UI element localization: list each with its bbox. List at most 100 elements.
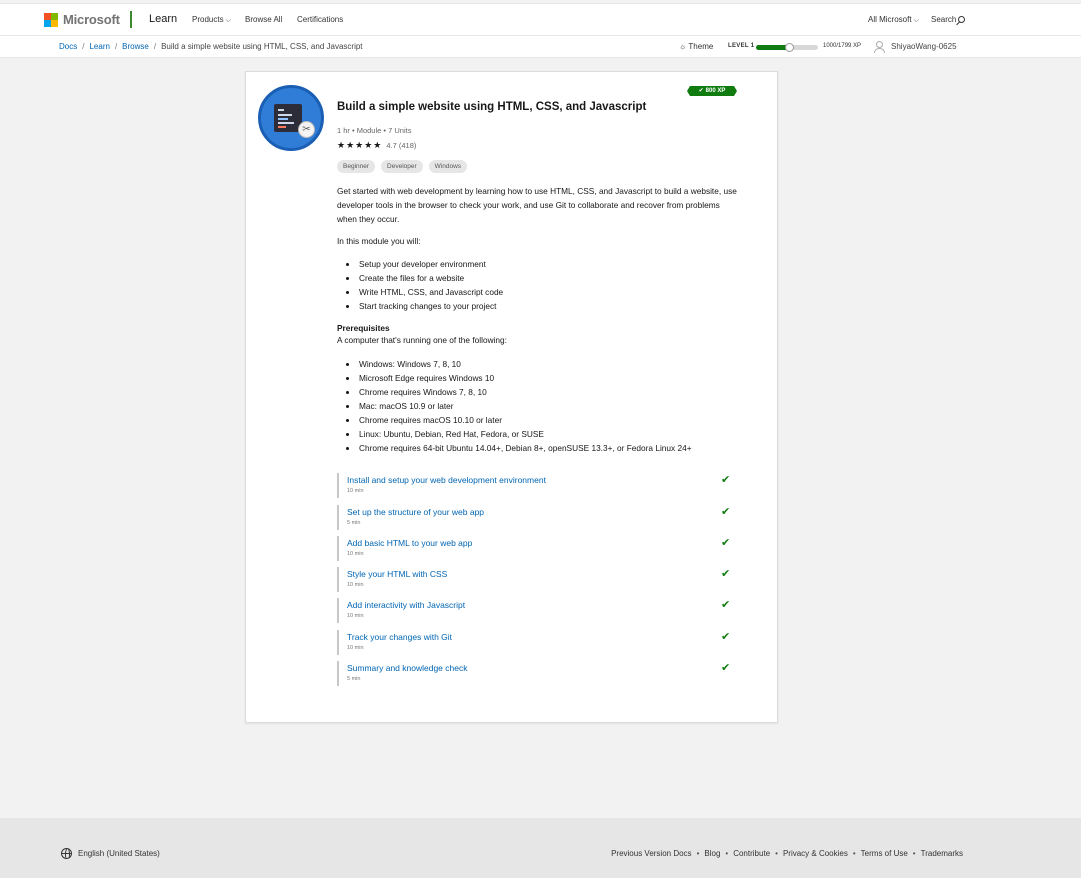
completed-check-icon: ✔	[721, 474, 731, 486]
level-label: LEVEL 1	[728, 43, 755, 49]
microsoft-logo[interactable]: Microsoft	[44, 12, 120, 27]
unit-link[interactable]: Summary and knowledge check	[347, 663, 467, 673]
unit-item: Add interactivity with Javascript 10 min…	[337, 598, 737, 623]
tag-developer[interactable]: Developer	[381, 160, 423, 173]
learn-home-link[interactable]: Learn	[149, 13, 177, 25]
sun-icon: ☼	[679, 42, 687, 51]
breadcrumb-learn[interactable]: Learn	[89, 42, 109, 51]
objective-item: Write HTML, CSS, and Javascript code	[345, 287, 504, 297]
all-microsoft-menu[interactable]: All Microsoft ⌵	[868, 15, 919, 25]
xp-count: 1000/1799 XP	[823, 43, 862, 49]
footer-separator: •	[725, 849, 729, 858]
unit-item: Style your HTML with CSS 10 min ✔	[337, 567, 737, 592]
theme-button[interactable]: ☼ Theme	[679, 42, 713, 51]
nav-products[interactable]: Products ⌵	[192, 15, 231, 25]
all-microsoft-label: All Microsoft	[868, 15, 912, 24]
xp-progress-marker	[785, 43, 795, 52]
completed-check-icon: ✔	[721, 568, 731, 580]
prerequisite-item: Mac: macOS 10.9 or later	[346, 401, 454, 411]
rating-value: 4.7 (418)	[386, 141, 417, 150]
completed-check-icon: ✔	[721, 631, 731, 643]
tag-windows[interactable]: Windows	[428, 160, 468, 173]
footer-separator: •	[696, 849, 700, 858]
locale-label: English (United States)	[78, 849, 160, 858]
unit-item: Track your changes with Git 10 min ✔	[337, 630, 737, 655]
search-label: Search	[931, 15, 957, 24]
star-rating-icon: ★★★★★	[337, 140, 383, 150]
footer-link-previous-docs[interactable]: Previous Version Docs	[611, 849, 691, 858]
chevron-down-icon: ⌵	[225, 17, 231, 24]
footer-link-contribute[interactable]: Contribute	[733, 849, 770, 858]
footer-links: Previous Version Docs • Blog • Contribute • Pr…	[611, 849, 963, 858]
unit-link[interactable]: Set up the structure of your web app	[347, 507, 484, 517]
module-tags: Beginner Developer Windows	[337, 160, 468, 173]
completed-check-icon: ✔	[721, 599, 731, 611]
xp-progress-bar	[756, 43, 818, 52]
footer-link-privacy[interactable]: Privacy & Cookies	[783, 849, 848, 858]
nav-certifications[interactable]: Certifications	[297, 15, 343, 24]
nav-browse-all[interactable]: Browse All	[245, 15, 282, 24]
unit-duration: 5 min	[347, 520, 361, 526]
prerequisite-item: Linux: Ubuntu, Debian, Red Hat, Fedora, …	[346, 429, 544, 439]
completed-check-icon: ✔	[721, 506, 731, 518]
footer-link-terms[interactable]: Terms of Use	[861, 849, 908, 858]
completed-check-icon: ✔	[721, 662, 731, 674]
unit-item: Install and setup your web development e…	[337, 473, 737, 498]
unit-link[interactable]: Style your HTML with CSS	[347, 569, 447, 579]
objective-item: Start tracking changes to your project	[345, 301, 497, 311]
objectives-intro: In this module you will:	[337, 236, 421, 246]
microsoft-logo-icon	[44, 12, 58, 27]
xp-badge-label: 800 XP	[705, 88, 726, 94]
module-meta: 1 hr • Module • 7 Units	[337, 126, 412, 135]
prerequisite-item: Windows: Windows 7, 8, 10	[346, 359, 461, 369]
prerequisite-item: Chrome requires macOS 10.10 or later	[346, 415, 502, 425]
breadcrumb-current: Build a simple website using HTML, CSS, …	[161, 42, 363, 51]
footer-separator: •	[852, 849, 856, 858]
unit-duration: 10 min	[347, 645, 364, 651]
nav-products-label: Products	[192, 15, 224, 24]
tag-beginner[interactable]: Beginner	[337, 160, 376, 173]
breadcrumb-separator: /	[153, 42, 157, 51]
prerequisite-item: Chrome requires 64-bit Ubuntu 14.04+, De…	[346, 443, 692, 453]
unit-duration: 5 min	[347, 676, 361, 682]
footer-link-blog[interactable]: Blog	[704, 849, 720, 858]
unit-item: Summary and knowledge check 5 min ✔	[337, 661, 737, 686]
prerequisites-heading: Prerequisites	[337, 323, 390, 333]
unit-link[interactable]: Install and setup your web development e…	[347, 475, 546, 485]
unit-duration: 10 min	[347, 551, 364, 557]
unit-link[interactable]: Add interactivity with Javascript	[347, 600, 465, 610]
footer-separator: •	[775, 849, 778, 858]
globe-icon	[61, 848, 72, 859]
header-divider	[130, 11, 132, 28]
site-header: Microsoft Learn Products ⌵ Browse All Cer…	[0, 3, 1081, 35]
unit-link[interactable]: Track your changes with Git	[347, 632, 452, 642]
unit-item: Set up the structure of your web app 5 m…	[337, 505, 737, 530]
user-icon	[874, 41, 885, 53]
profile-link[interactable]: ShiyaoWang-0625	[891, 42, 957, 51]
prerequisite-item: Chrome requires Windows 7, 8, 10	[346, 387, 487, 397]
module-icon: ✂	[258, 85, 324, 151]
module-description: Get started with web development by lear…	[337, 186, 737, 224]
check-icon: ✔	[698, 88, 704, 94]
microsoft-wordmark: Microsoft	[63, 12, 120, 27]
module-rating: ★★★★★ 4.7 (418)	[337, 140, 416, 151]
breadcrumb-docs[interactable]: Docs	[59, 42, 77, 51]
objective-item: Create the files for a website	[345, 273, 465, 283]
site-footer: English (United States) Previous Version…	[0, 818, 1081, 878]
unit-link[interactable]: Add basic HTML to your web app	[347, 538, 472, 548]
unit-item: Add basic HTML to your web app 10 min ✔	[337, 536, 737, 561]
footer-link-trademarks[interactable]: Trademarks	[921, 849, 963, 858]
breadcrumb-browse[interactable]: Browse	[122, 42, 149, 51]
search-button[interactable]: Search	[931, 15, 966, 24]
tools-icon: ✂	[298, 121, 315, 138]
module-title: Build a simple website using HTML, CSS, …	[337, 101, 647, 113]
module-card: ✂ ✔ 800 XP Build a simple website using H…	[245, 71, 778, 723]
locale-selector[interactable]: English (United States)	[61, 848, 160, 859]
prerequisites-text: A computer that's running one of the fol…	[337, 335, 507, 345]
footer-separator: •	[912, 849, 916, 858]
unit-duration: 10 min	[347, 582, 364, 588]
search-icon	[958, 16, 966, 23]
breadcrumb-bar: Docs / Learn / Browse / Build a simple website…	[0, 35, 1081, 58]
unit-duration: 10 min	[347, 488, 364, 494]
breadcrumb-separator: /	[82, 42, 85, 51]
